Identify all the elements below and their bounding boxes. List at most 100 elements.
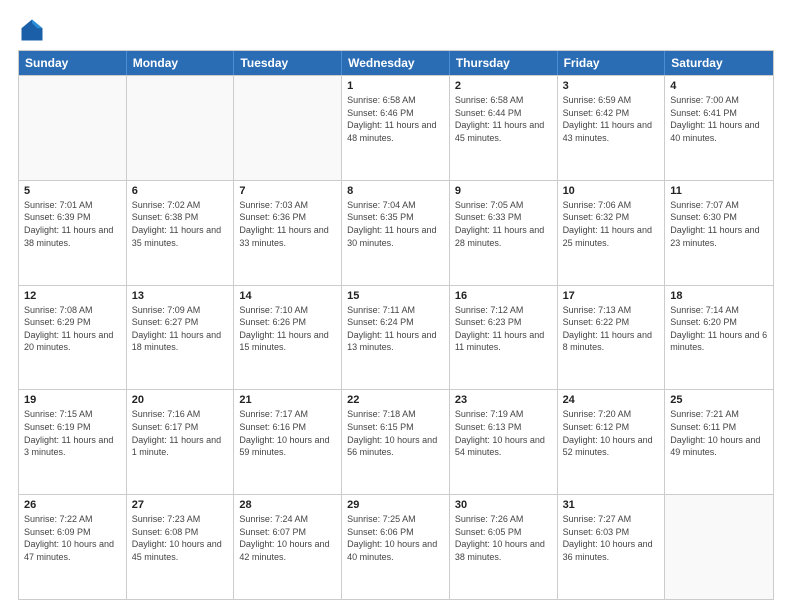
calendar-row: 19 Sunrise: 7:15 AM Sunset: 6:19 PM Dayli… — [19, 389, 773, 494]
day-cell: 5Sunrise: 7:01 AM Sunset: 6:39 PM Daylig… — [19, 181, 127, 285]
day-cell: 16 Sunrise: 7:12 AM Sunset: 6:23 PM Dayli… — [450, 286, 558, 390]
weekday-header: Sunday — [19, 51, 127, 75]
day-number: 17 — [563, 290, 660, 302]
day-number: 28 — [239, 499, 336, 511]
day-number: 10 — [563, 185, 660, 197]
day-info: Sunrise: 7:04 AM Sunset: 6:35 PM Dayligh… — [347, 199, 444, 249]
empty-cell — [234, 76, 342, 180]
page: SundayMondayTuesdayWednesdayThursdayFrid… — [0, 0, 792, 612]
calendar-row: 1Sunrise: 6:58 AM Sunset: 6:46 PM Daylig… — [19, 75, 773, 180]
day-number: 22 — [347, 394, 444, 406]
day-number: 7 — [239, 185, 336, 197]
weekday-header: Saturday — [665, 51, 773, 75]
day-number: 20 — [132, 394, 229, 406]
calendar-row: 5Sunrise: 7:01 AM Sunset: 6:39 PM Daylig… — [19, 180, 773, 285]
day-info: Sunrise: 7:08 AM Sunset: 6:29 PM Dayligh… — [24, 304, 121, 354]
day-cell: 24 Sunrise: 7:20 AM Sunset: 6:12 PM Dayli… — [558, 390, 666, 494]
day-info: Sunrise: 6:58 AM Sunset: 6:44 PM Dayligh… — [455, 94, 552, 144]
day-number: 29 — [347, 499, 444, 511]
day-info: Sunrise: 7:10 AM Sunset: 6:26 PM Dayligh… — [239, 304, 336, 354]
day-info: Sunrise: 7:24 AM Sunset: 6:07 PM Dayligh… — [239, 513, 336, 563]
day-cell: 26 Sunrise: 7:22 AM Sunset: 6:09 PM Dayli… — [19, 495, 127, 599]
day-cell: 19 Sunrise: 7:15 AM Sunset: 6:19 PM Dayli… — [19, 390, 127, 494]
day-number: 14 — [239, 290, 336, 302]
day-info: Sunrise: 7:13 AM Sunset: 6:22 PM Dayligh… — [563, 304, 660, 354]
day-number: 8 — [347, 185, 444, 197]
day-info: Sunrise: 7:23 AM Sunset: 6:08 PM Dayligh… — [132, 513, 229, 563]
empty-cell — [19, 76, 127, 180]
weekday-header: Friday — [558, 51, 666, 75]
day-number: 13 — [132, 290, 229, 302]
day-info: Sunrise: 7:02 AM Sunset: 6:38 PM Dayligh… — [132, 199, 229, 249]
day-cell: 29 Sunrise: 7:25 AM Sunset: 6:06 PM Dayli… — [342, 495, 450, 599]
day-number: 26 — [24, 499, 121, 511]
day-number: 15 — [347, 290, 444, 302]
day-cell: 9 Sunrise: 7:05 AM Sunset: 6:33 PM Daylig… — [450, 181, 558, 285]
day-cell: 23Sunrise: 7:19 AM Sunset: 6:13 PM Dayli… — [450, 390, 558, 494]
day-info: Sunrise: 7:07 AM Sunset: 6:30 PM Dayligh… — [670, 199, 768, 249]
day-info: Sunrise: 7:03 AM Sunset: 6:36 PM Dayligh… — [239, 199, 336, 249]
day-info: Sunrise: 7:12 AM Sunset: 6:23 PM Dayligh… — [455, 304, 552, 354]
day-cell: 14 Sunrise: 7:10 AM Sunset: 6:26 PM Dayli… — [234, 286, 342, 390]
day-info: Sunrise: 7:15 AM Sunset: 6:19 PM Dayligh… — [24, 408, 121, 458]
weekday-header: Monday — [127, 51, 235, 75]
day-number: 23 — [455, 394, 552, 406]
day-cell: 2 Sunrise: 6:58 AM Sunset: 6:44 PM Daylig… — [450, 76, 558, 180]
calendar-body: 1Sunrise: 6:58 AM Sunset: 6:46 PM Daylig… — [19, 75, 773, 599]
calendar-header: SundayMondayTuesdayWednesdayThursdayFrid… — [19, 51, 773, 75]
day-info: Sunrise: 7:25 AM Sunset: 6:06 PM Dayligh… — [347, 513, 444, 563]
day-number: 16 — [455, 290, 552, 302]
day-number: 6 — [132, 185, 229, 197]
day-info: Sunrise: 7:05 AM Sunset: 6:33 PM Dayligh… — [455, 199, 552, 249]
day-cell: 21 Sunrise: 7:17 AM Sunset: 6:16 PM Dayli… — [234, 390, 342, 494]
day-number: 2 — [455, 80, 552, 92]
day-info: Sunrise: 7:20 AM Sunset: 6:12 PM Dayligh… — [563, 408, 660, 458]
empty-cell — [127, 76, 235, 180]
day-info: Sunrise: 7:27 AM Sunset: 6:03 PM Dayligh… — [563, 513, 660, 563]
day-number: 19 — [24, 394, 121, 406]
logo — [18, 16, 50, 44]
day-info: Sunrise: 7:22 AM Sunset: 6:09 PM Dayligh… — [24, 513, 121, 563]
day-cell: 22 Sunrise: 7:18 AM Sunset: 6:15 PM Dayli… — [342, 390, 450, 494]
day-info: Sunrise: 7:00 AM Sunset: 6:41 PM Dayligh… — [670, 94, 768, 144]
day-number: 12 — [24, 290, 121, 302]
day-info: Sunrise: 7:17 AM Sunset: 6:16 PM Dayligh… — [239, 408, 336, 458]
day-info: Sunrise: 6:59 AM Sunset: 6:42 PM Dayligh… — [563, 94, 660, 144]
logo-icon — [18, 16, 46, 44]
day-cell: 3 Sunrise: 6:59 AM Sunset: 6:42 PM Daylig… — [558, 76, 666, 180]
weekday-header: Wednesday — [342, 51, 450, 75]
day-cell: 17 Sunrise: 7:13 AM Sunset: 6:22 PM Dayli… — [558, 286, 666, 390]
day-number: 31 — [563, 499, 660, 511]
day-cell: 11Sunrise: 7:07 AM Sunset: 6:30 PM Dayli… — [665, 181, 773, 285]
day-number: 21 — [239, 394, 336, 406]
day-number: 18 — [670, 290, 768, 302]
day-cell: 25Sunrise: 7:21 AM Sunset: 6:11 PM Dayli… — [665, 390, 773, 494]
day-cell: 31 Sunrise: 7:27 AM Sunset: 6:03 PM Dayli… — [558, 495, 666, 599]
day-cell: 8 Sunrise: 7:04 AM Sunset: 6:35 PM Daylig… — [342, 181, 450, 285]
day-cell: 27 Sunrise: 7:23 AM Sunset: 6:08 PM Dayli… — [127, 495, 235, 599]
day-info: Sunrise: 7:14 AM Sunset: 6:20 PM Dayligh… — [670, 304, 768, 354]
calendar-row: 26 Sunrise: 7:22 AM Sunset: 6:09 PM Dayli… — [19, 494, 773, 599]
top-section — [18, 16, 774, 44]
day-number: 4 — [670, 80, 768, 92]
day-info: Sunrise: 7:18 AM Sunset: 6:15 PM Dayligh… — [347, 408, 444, 458]
day-cell: 30Sunrise: 7:26 AM Sunset: 6:05 PM Dayli… — [450, 495, 558, 599]
empty-cell — [665, 495, 773, 599]
day-info: Sunrise: 7:21 AM Sunset: 6:11 PM Dayligh… — [670, 408, 768, 458]
calendar: SundayMondayTuesdayWednesdayThursdayFrid… — [18, 50, 774, 600]
day-number: 24 — [563, 394, 660, 406]
weekday-header: Thursday — [450, 51, 558, 75]
day-cell: 10Sunrise: 7:06 AM Sunset: 6:32 PM Dayli… — [558, 181, 666, 285]
day-number: 27 — [132, 499, 229, 511]
day-number: 5 — [24, 185, 121, 197]
day-cell: 12 Sunrise: 7:08 AM Sunset: 6:29 PM Dayli… — [19, 286, 127, 390]
day-info: Sunrise: 7:26 AM Sunset: 6:05 PM Dayligh… — [455, 513, 552, 563]
day-cell: 15 Sunrise: 7:11 AM Sunset: 6:24 PM Dayli… — [342, 286, 450, 390]
day-cell: 6 Sunrise: 7:02 AM Sunset: 6:38 PM Daylig… — [127, 181, 235, 285]
calendar-row: 12 Sunrise: 7:08 AM Sunset: 6:29 PM Dayli… — [19, 285, 773, 390]
day-number: 3 — [563, 80, 660, 92]
day-info: Sunrise: 7:11 AM Sunset: 6:24 PM Dayligh… — [347, 304, 444, 354]
day-info: Sunrise: 7:16 AM Sunset: 6:17 PM Dayligh… — [132, 408, 229, 458]
day-number: 9 — [455, 185, 552, 197]
day-cell: 20 Sunrise: 7:16 AM Sunset: 6:17 PM Dayli… — [127, 390, 235, 494]
